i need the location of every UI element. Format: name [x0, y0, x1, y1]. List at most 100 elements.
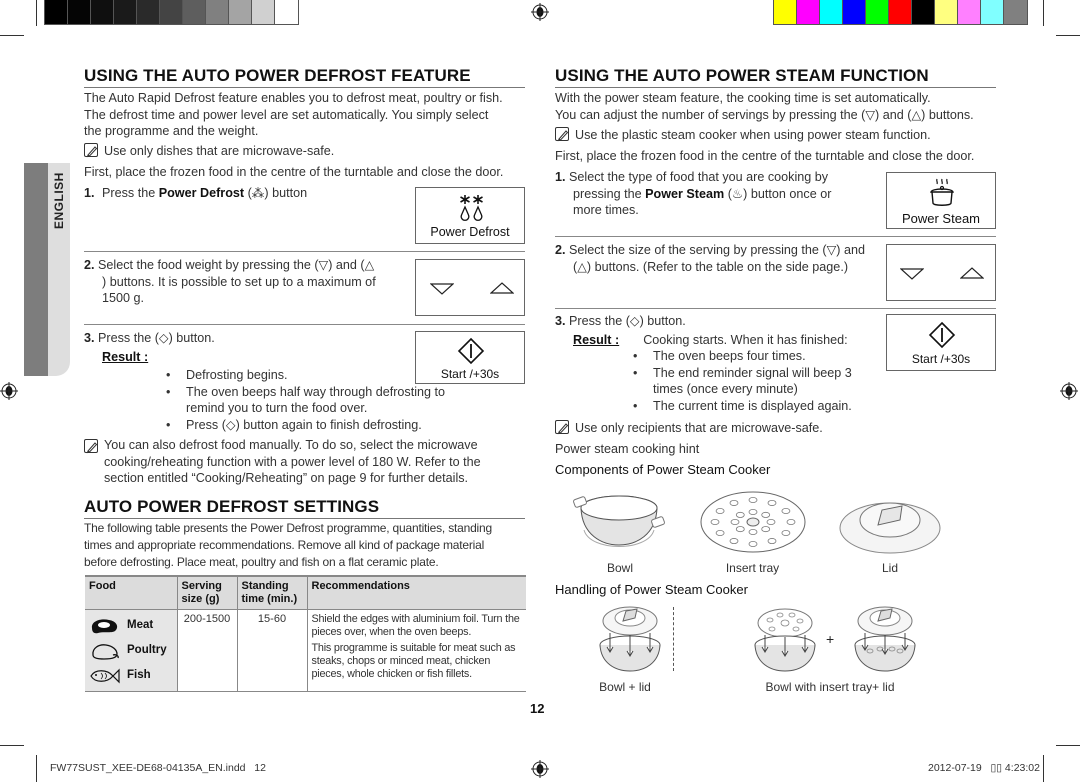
weight-arrows-panel: [415, 259, 525, 316]
page-number: 12: [530, 701, 545, 716]
footer-timestamp: 2012-07-19 ▯▯ 4:23:02: [928, 762, 1040, 774]
color-swatch: [866, 0, 889, 24]
crop-mark: [36, 0, 37, 26]
steam-step-1: 1. Select the type of food that you are …: [555, 169, 875, 219]
color-swatch: [45, 0, 68, 24]
step-divider: [84, 324, 525, 325]
fish-icon: [90, 668, 120, 683]
registration-mark-icon: [531, 3, 549, 21]
result-item: Press (◇) button again to finish defrost…: [164, 417, 524, 434]
lid-illustration: [839, 502, 941, 554]
start-button-panel[interactable]: Start /+30s: [886, 314, 996, 371]
note-text: Use only dishes that are microwave-safe.: [104, 144, 335, 158]
header-standing: Standing time (min.): [236, 575, 307, 610]
step-divider: [84, 251, 525, 252]
start-label: Start /+30s: [911, 352, 971, 366]
note-text: Use only recipients that are microwave-s…: [575, 421, 823, 435]
defrost-settings-title: AUTO POWER DEFROST SETTINGS: [84, 497, 525, 519]
bowl-with-tray-and-lid-illustration: [854, 606, 916, 672]
step-text: Press the: [102, 186, 159, 200]
step-text: Select the size of the serving by pressi…: [569, 243, 866, 257]
food-poultry: Poultry: [89, 638, 173, 663]
defrost-manual-note: You can also defrost food manually. To d…: [84, 437, 529, 487]
intro-line: The following table presents the Power D…: [84, 521, 492, 535]
color-swatch: [137, 0, 160, 24]
color-swatch: [912, 0, 935, 24]
serving-size: 200-1500: [176, 609, 237, 692]
steam-note-recipients: Use only recipients that are microwave-s…: [555, 420, 823, 437]
color-swatch: [935, 0, 958, 24]
component-label: Insert tray: [725, 561, 780, 575]
grayscale-color-bar: [44, 0, 299, 25]
defrost-step-1: 1. Press the Power Defrost (⁂) button: [84, 185, 307, 202]
food-fish: Fish: [89, 663, 173, 688]
table-header-row: Food Serving size (g) Standing time (min…: [85, 575, 526, 610]
power-steam-button-panel[interactable]: Power Steam: [886, 172, 996, 229]
step-divider: [555, 308, 996, 309]
registration-mark-icon: [531, 760, 549, 778]
handling-label: Bowl + lid: [599, 680, 651, 694]
up-arrow-button-icon[interactable]: [960, 266, 984, 280]
start-button-panel[interactable]: Start /+30s: [415, 331, 525, 384]
power-defrost-button-panel[interactable]: Power Defrost: [415, 187, 525, 244]
down-arrow-button-icon[interactable]: [430, 282, 454, 296]
step-bold-text: Power Steam: [645, 186, 725, 201]
intro-line: You can adjust the number of servings by…: [555, 107, 974, 122]
crop-mark: [1043, 0, 1044, 26]
crop-mark: [1056, 35, 1080, 36]
component-label: Lid: [881, 561, 898, 575]
language-tab: ENGLISH: [24, 163, 70, 376]
step-number: 3.: [84, 331, 95, 345]
cmyk-color-bar: [773, 0, 1028, 25]
crop-mark: [36, 755, 37, 782]
color-swatch: [114, 0, 137, 24]
defrost-section-title: USING THE AUTO POWER DEFROST FEATURE: [84, 66, 525, 88]
component-label: Bowl: [606, 561, 633, 575]
color-swatch: [229, 0, 252, 24]
start-icon: [928, 321, 956, 349]
result-text: Cooking starts. When it has finished:: [643, 332, 848, 347]
step-number: 2.: [84, 258, 95, 272]
result-item: The end reminder signal will beep 3 time…: [631, 365, 861, 398]
color-swatch: [774, 0, 797, 24]
tray-center: [746, 517, 760, 527]
plus-sign: +: [826, 631, 835, 647]
defrost-step-2: 2. Select the food weight by pressing th…: [84, 257, 404, 307]
up-arrow-button-icon[interactable]: [490, 281, 514, 295]
step-number: 1.: [555, 170, 566, 184]
color-swatch: [797, 0, 820, 24]
step-text: Select the food weight by pressing the (…: [98, 258, 375, 272]
power-defrost-icon: [460, 195, 483, 221]
step-text: (♨) button once or: [724, 186, 832, 201]
steam-step-2: 2. Select the size of the serving by pre…: [555, 242, 885, 275]
step-text: more times.: [573, 203, 639, 217]
down-arrow-button-icon[interactable]: [900, 267, 924, 281]
steam-step-3: 3. Press the (◇) button. Result : Cooking…: [555, 313, 875, 414]
defrost-settings-table: Food Serving size (g) Standing time (min…: [85, 575, 526, 692]
intro-line: the programme and the weight.: [84, 124, 259, 138]
bowl-with-tray-illustration: [754, 608, 816, 672]
handling-title: Handling of Power Steam Cooker: [555, 582, 748, 597]
color-swatch: [889, 0, 912, 24]
registration-mark-icon: [0, 382, 18, 400]
step-divider: [555, 236, 996, 237]
bowl-with-lid-illustration: [599, 606, 661, 672]
step-text: 1500 g.: [102, 291, 145, 305]
step-number: 1.: [84, 186, 95, 200]
steam-first-instruction: First, place the frozen food in the cent…: [555, 149, 975, 163]
footer-filename: FW77SUST_XEE-DE68-04135A_EN.indd 12: [50, 762, 266, 774]
color-swatch: [275, 0, 298, 24]
color-swatch: [843, 0, 866, 24]
note-text: Use the plastic steam cooker when using …: [575, 128, 931, 142]
step-text: pressing the: [573, 186, 646, 201]
step-text: (⁂) button: [244, 186, 308, 200]
recommendation-text: This programme is suitable for meat such…: [311, 642, 516, 680]
note-icon: [555, 420, 569, 435]
result-label: Result :: [573, 332, 620, 347]
power-steam-label: Power Steam: [901, 211, 981, 226]
defrost-first-instruction: First, place the frozen food in the cent…: [84, 165, 504, 179]
start-label: Start /+30s: [440, 367, 500, 381]
components-title: Components of Power Steam Cooker: [555, 462, 771, 477]
note-text: cooking/reheating function with a power …: [104, 454, 481, 469]
note-icon: [84, 143, 98, 158]
